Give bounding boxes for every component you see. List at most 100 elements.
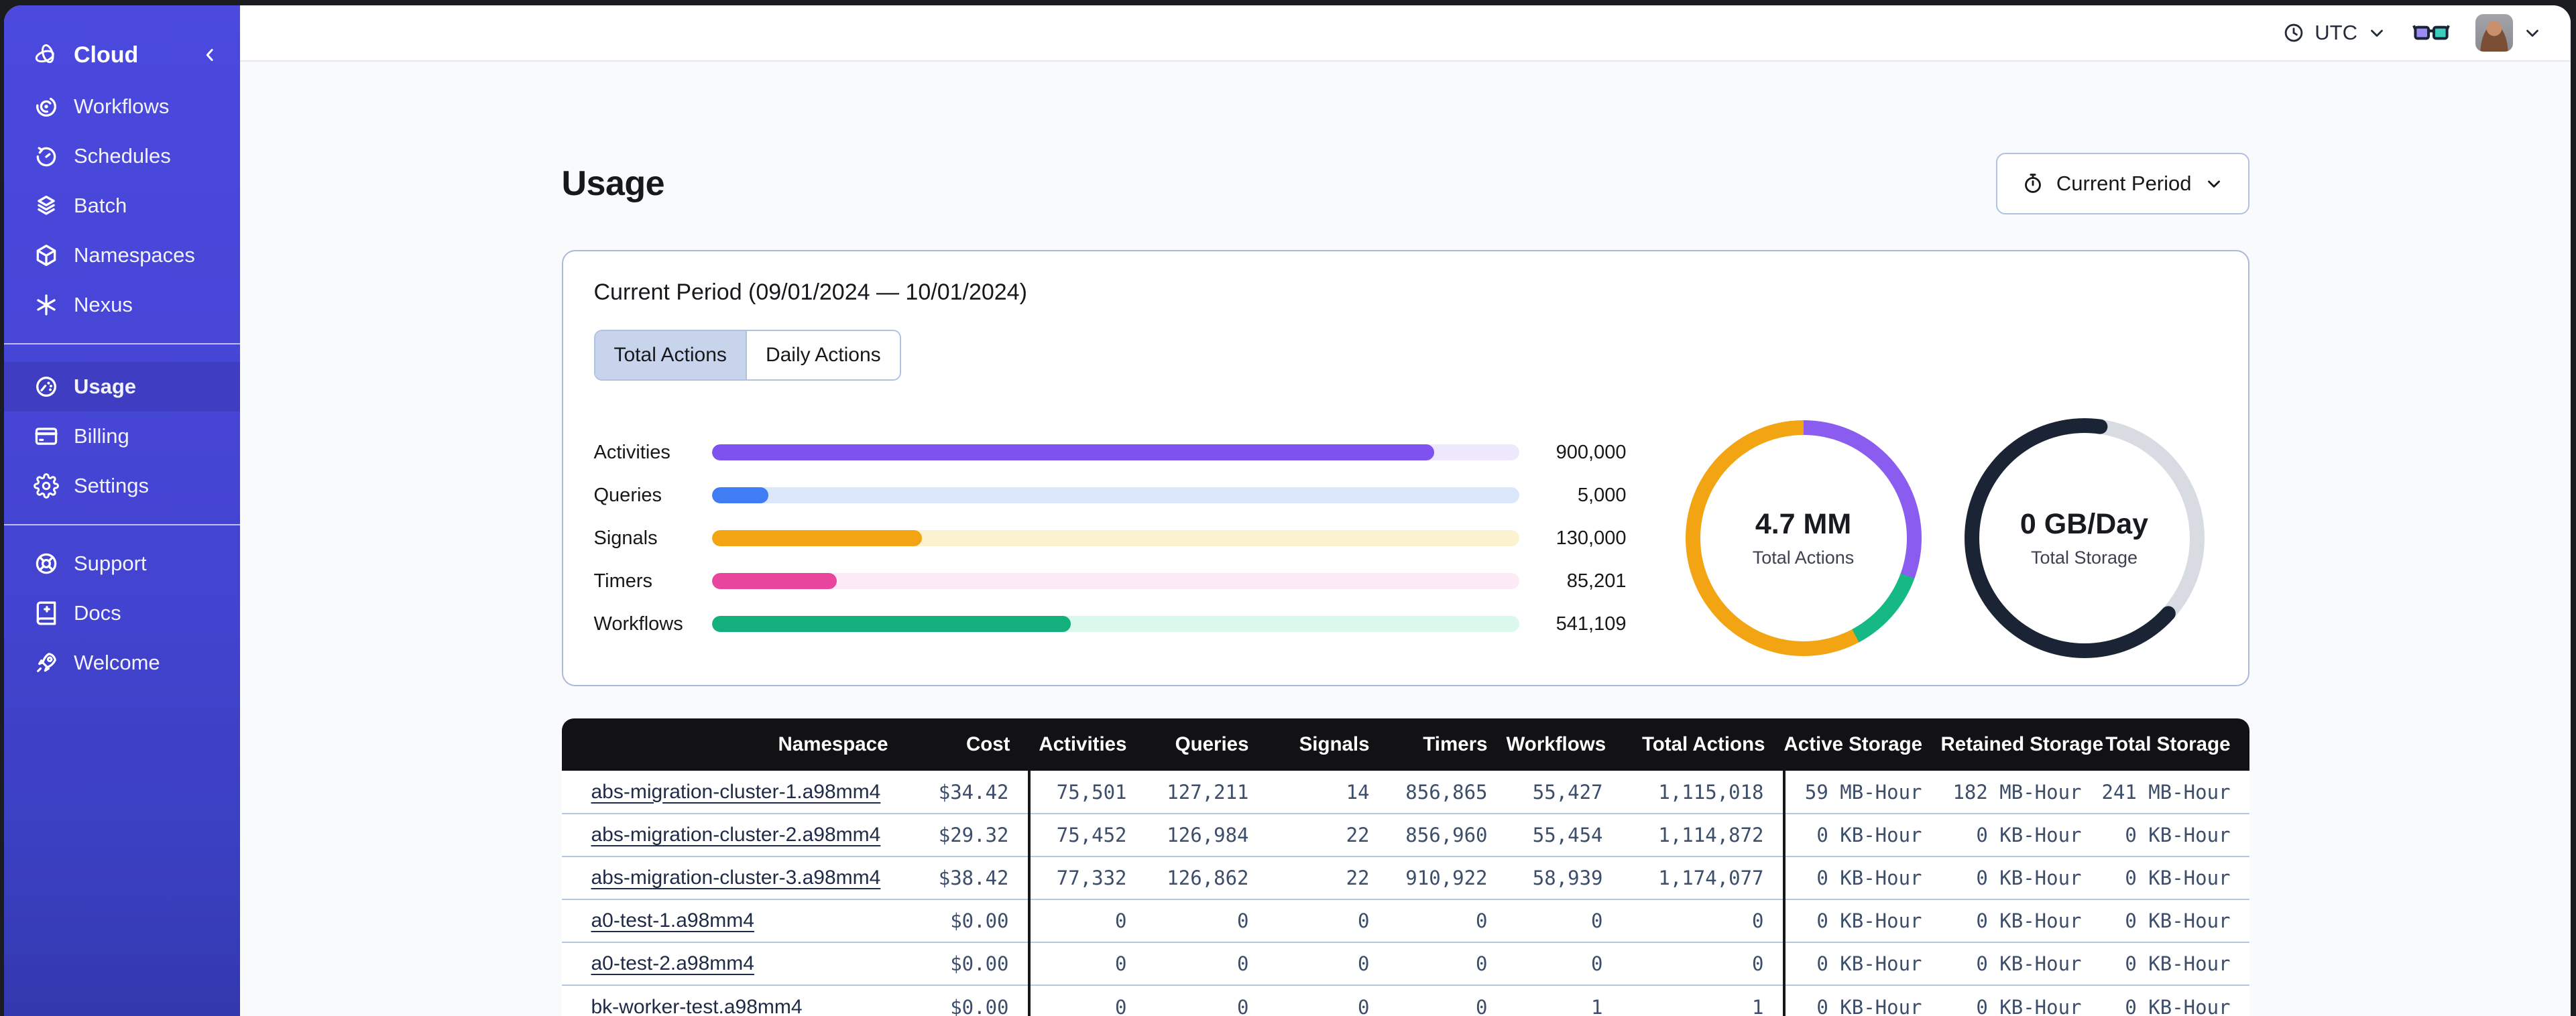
timezone-selector[interactable]: UTC [2282,21,2387,45]
cell-retained-storage: 0 KB-Hour [1976,867,2082,889]
cell-workflows: 55,427 [1532,780,1603,804]
sidebar-item-label: Docs [74,601,121,625]
cell-queries: 0 [1237,909,1249,932]
cell-total-actions: 0 [1752,909,1764,932]
cell-total-actions: 1,114,872 [1658,824,1764,846]
cell-retained-storage: 0 KB-Hour [1976,952,2082,975]
namespace-link[interactable]: a0-test-1.a98mm4 [591,909,754,932]
batch-icon [34,193,59,218]
sidebar-item-label: Schedules [74,144,171,168]
namespace-link[interactable]: abs-migration-cluster-2.a98mm4 [591,824,881,846]
column-header: Cost [965,733,1010,755]
sidebar-item-nexus[interactable]: Nexus [4,280,240,330]
cell-timers: 0 [1476,909,1488,932]
sidebar-collapse-icon[interactable] [200,45,220,65]
column-header: Activities [1039,733,1127,755]
cell-queries: 126,984 [1167,824,1249,846]
column-header: Retained Storage [1940,733,2104,755]
sidebar-item-support[interactable]: Support [4,539,240,588]
cell-activities: 0 [1027,942,1146,985]
clock-icon [2282,21,2305,44]
cell-workflows: 0 [1591,909,1603,932]
bar-label: Workflows [593,613,683,635]
chevron-down-icon [2522,23,2542,43]
bar-label: Activities [593,441,670,463]
bar-label: Signals [593,527,658,549]
bar-track [711,573,1519,589]
bar-track [711,487,1519,503]
column-header: Active Storage [1783,733,1923,755]
cell-total-storage: 0 KB-Hour [2125,995,2231,1016]
cell-active-storage: 0 KB-Hour [1782,942,1941,985]
cell-timers: 910,922 [1405,867,1488,889]
sidebar-item-label: Usage [74,375,137,398]
column-header: Queries [1175,733,1249,755]
bar-fill [711,530,922,546]
cell-retained-storage: 182 MB-Hour [1952,780,2082,804]
period-selector-button[interactable]: Current Period [1995,153,2249,214]
bar-value: 130,000 [1556,527,1627,549]
usage-icon [34,374,59,399]
support-icon [34,551,59,576]
cell-workflows: 1 [1591,995,1603,1016]
namespace-link[interactable]: a0-test-2.a98mm4 [591,952,754,974]
chevron-down-icon [2367,23,2387,43]
total-storage-donut: 0 GB/Day Total Storage [1964,418,2205,658]
cell-cost: $29.32 [938,824,1009,846]
cell-total-actions: 1 [1752,995,1764,1016]
app-window: Cloud Workflows Schedules Batch Namespac… [4,5,2571,1016]
cell-workflows: 55,454 [1532,824,1603,846]
sidebar-item-workflows[interactable]: Workflows [4,82,240,131]
donut-value: 4.7 MM [1755,508,1852,540]
cell-timers: 856,960 [1405,824,1488,846]
cell-timers: 856,865 [1405,780,1488,804]
tab-daily-actions[interactable]: Daily Actions [745,331,900,379]
cell-signals: 22 [1346,867,1370,889]
table-row: a0-test-2.a98mm4 $0.00 0 0 0 0 0 0 0 KB-… [561,942,2249,985]
sidebar-item-batch[interactable]: Batch [4,181,240,231]
cell-signals: 0 [1358,995,1370,1016]
sidebar-item-welcome[interactable]: Welcome [4,638,240,688]
chevron-down-icon [2204,174,2224,194]
cell-queries: 126,862 [1167,867,1249,889]
table-header-row: Namespace Cost Activities Queries Signals Tim… [561,718,2249,771]
namespace-link[interactable]: abs-migration-cluster-3.a98mm4 [591,867,881,889]
namespace-link[interactable]: bk-worker-test.a98mm4 [591,996,803,1016]
bar-row: Activities 900,000 [594,442,1627,463]
cell-total-storage: 0 KB-Hour [2125,824,2231,846]
nexus-icon [34,292,59,318]
tab-total-actions[interactable]: Total Actions [595,331,746,379]
brand-label: Cloud [74,42,139,68]
bar-fill [711,487,768,503]
bar-track [711,616,1519,632]
cell-signals: 0 [1358,909,1370,932]
timezone-label: UTC [2315,21,2357,44]
cell-signals: 14 [1346,780,1370,804]
cell-total-storage: 0 KB-Hour [2125,867,2231,889]
sidebar-item-settings[interactable]: Settings [4,461,240,511]
glasses-icon[interactable] [2412,19,2450,46]
bar-row: Workflows 541,109 [593,613,1627,635]
namespace-link[interactable]: abs-migration-cluster-1.a98mm4 [591,781,881,803]
avatar [2475,14,2513,52]
bar-fill [711,444,1435,460]
bar-row: Timers 85,201 [594,570,1627,592]
sidebar-item-label: Workflows [74,94,170,118]
sidebar-item-namespaces[interactable]: Namespaces [4,231,240,280]
sidebar-item-billing[interactable]: Billing [4,411,240,461]
sidebar-item-schedules[interactable]: Schedules [4,131,240,181]
stopwatch-icon [2022,172,2044,195]
sidebar-item-usage[interactable]: Usage [4,362,240,411]
cell-retained-storage: 0 KB-Hour [1976,824,2082,846]
settings-icon [34,473,59,499]
cell-active-storage: 0 KB-Hour [1782,856,1941,899]
sidebar-item-docs[interactable]: Docs [4,588,240,638]
sidebar-divider [4,524,240,525]
donut-caption: Total Actions [1752,548,1855,568]
cell-workflows: 58,939 [1532,867,1603,889]
cell-activities: 77,332 [1027,856,1146,899]
cell-queries: 127,211 [1167,780,1249,804]
account-menu[interactable] [2475,14,2542,52]
total-actions-donut: 4.7 MM Total Actions [1685,420,1922,656]
table-row: abs-migration-cluster-1.a98mm4 $34.42 75… [561,771,2249,814]
